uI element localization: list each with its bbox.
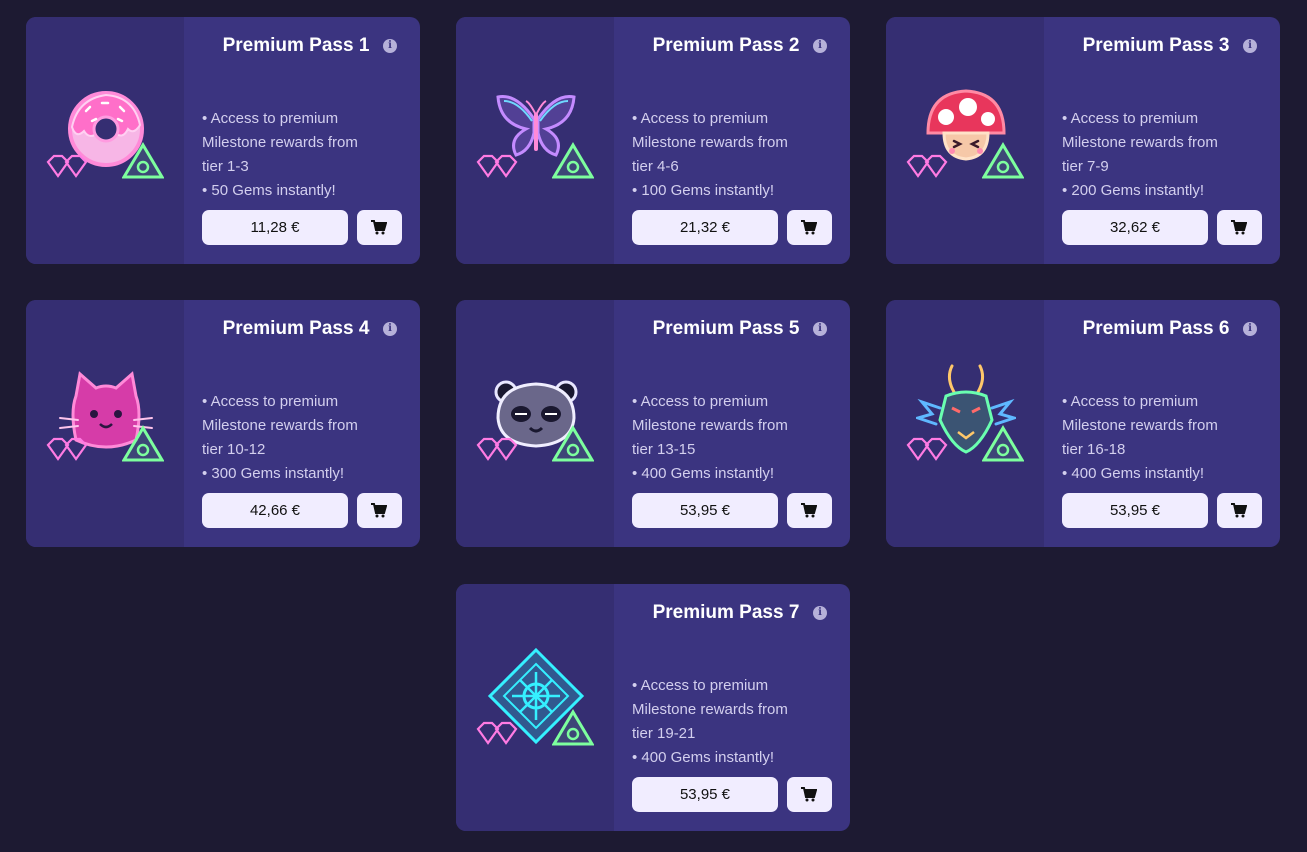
pass-description: • Access to premium Milestone rewards fr… bbox=[632, 674, 832, 770]
price-button[interactable]: 53,95 € bbox=[632, 777, 778, 812]
cart-icon bbox=[801, 787, 817, 802]
pass-description: • Access to premium Milestone rewards fr… bbox=[1062, 107, 1262, 203]
description-line: tier 10-12 bbox=[202, 441, 266, 458]
description-line: • Access to premium bbox=[202, 110, 339, 127]
info-icon[interactable]: i bbox=[383, 322, 397, 336]
pass-description: • Access to premium Milestone rewards fr… bbox=[202, 107, 402, 203]
pass-title: Premium Pass 3 bbox=[1082, 35, 1230, 56]
triangle-eye-icon bbox=[552, 425, 594, 462]
cart-icon bbox=[371, 503, 387, 518]
gems-icon bbox=[46, 154, 88, 178]
description-line: • Access to premium bbox=[632, 110, 769, 127]
description-line: Milestone rewards from bbox=[1062, 417, 1218, 434]
description-line: • Access to premium bbox=[1062, 110, 1199, 127]
description-line: • 400 Gems instantly! bbox=[632, 749, 774, 766]
triangle-eye-icon bbox=[552, 709, 594, 746]
description-line: tier 1-3 bbox=[202, 158, 249, 175]
description-line: • 400 Gems instantly! bbox=[1062, 465, 1204, 482]
premium-pass-card-4: Premium Pass 4 i • Access to premium Mil… bbox=[26, 300, 420, 547]
pass-art bbox=[886, 17, 1044, 264]
description-line: Milestone rewards from bbox=[632, 701, 788, 718]
price-button[interactable]: 53,95 € bbox=[1062, 493, 1208, 528]
description-line: tier 19-21 bbox=[632, 725, 696, 742]
description-line: Milestone rewards from bbox=[202, 417, 358, 434]
info-icon[interactable]: i bbox=[813, 39, 827, 53]
pass-description: • Access to premium Milestone rewards fr… bbox=[632, 107, 832, 203]
triangle-eye-icon bbox=[122, 425, 164, 462]
gems-icon bbox=[476, 437, 518, 461]
description-line: tier 16-18 bbox=[1062, 441, 1126, 458]
premium-pass-card-1: Premium Pass 1 i • Access to premium Mil… bbox=[26, 17, 420, 264]
gems-icon bbox=[46, 437, 88, 461]
price-button[interactable]: 53,95 € bbox=[632, 493, 778, 528]
premium-pass-card-2: Premium Pass 2 i • Access to premium Mil… bbox=[456, 17, 850, 264]
description-line: • 400 Gems instantly! bbox=[632, 465, 774, 482]
premium-pass-card-7: Premium Pass 7 i • Access to premium Mil… bbox=[456, 584, 850, 831]
add-to-cart-button[interactable] bbox=[787, 777, 832, 812]
description-line: • 200 Gems instantly! bbox=[1062, 182, 1204, 199]
pass-title: Premium Pass 7 bbox=[652, 602, 800, 623]
add-to-cart-button[interactable] bbox=[1217, 210, 1262, 245]
description-line: tier 7-9 bbox=[1062, 158, 1109, 175]
price-button[interactable]: 11,28 € bbox=[202, 210, 348, 245]
cart-icon bbox=[801, 503, 817, 518]
description-line: • Access to premium bbox=[632, 677, 769, 694]
price-button[interactable]: 32,62 € bbox=[1062, 210, 1208, 245]
description-line: tier 13-15 bbox=[632, 441, 696, 458]
triangle-eye-icon bbox=[122, 142, 164, 179]
description-line: • Access to premium bbox=[1062, 393, 1199, 410]
description-line: tier 4-6 bbox=[632, 158, 679, 175]
info-icon[interactable]: i bbox=[383, 39, 397, 53]
triangle-eye-icon bbox=[982, 142, 1024, 179]
premium-pass-card-3: Premium Pass 3 i • Access to premium Mil… bbox=[886, 17, 1280, 264]
cart-icon bbox=[1231, 503, 1247, 518]
description-line: Milestone rewards from bbox=[632, 134, 788, 151]
pass-title: Premium Pass 6 bbox=[1082, 318, 1230, 339]
info-icon[interactable]: i bbox=[813, 322, 827, 336]
description-line: Milestone rewards from bbox=[202, 134, 358, 151]
pass-art bbox=[456, 584, 614, 831]
pass-art bbox=[26, 300, 184, 547]
description-line: • 100 Gems instantly! bbox=[632, 182, 774, 199]
info-icon[interactable]: i bbox=[1243, 39, 1257, 53]
premium-pass-card-5: Premium Pass 5 i • Access to premium Mil… bbox=[456, 300, 850, 547]
add-to-cart-button[interactable] bbox=[787, 493, 832, 528]
pass-description: • Access to premium Milestone rewards fr… bbox=[202, 390, 402, 486]
pass-description: • Access to premium Milestone rewards fr… bbox=[632, 390, 832, 486]
gems-icon bbox=[476, 721, 518, 745]
add-to-cart-button[interactable] bbox=[357, 493, 402, 528]
gems-icon bbox=[476, 154, 518, 178]
description-line: • Access to premium bbox=[632, 393, 769, 410]
add-to-cart-button[interactable] bbox=[357, 210, 402, 245]
pass-art bbox=[456, 300, 614, 547]
triangle-eye-icon bbox=[982, 425, 1024, 462]
cart-icon bbox=[801, 220, 817, 235]
description-line: • Access to premium bbox=[202, 393, 339, 410]
info-icon[interactable]: i bbox=[813, 606, 827, 620]
pass-art bbox=[456, 17, 614, 264]
price-button[interactable]: 42,66 € bbox=[202, 493, 348, 528]
pass-description: • Access to premium Milestone rewards fr… bbox=[1062, 390, 1262, 486]
pass-title: Premium Pass 4 bbox=[222, 318, 370, 339]
price-button[interactable]: 21,32 € bbox=[632, 210, 778, 245]
pass-title: Premium Pass 1 bbox=[222, 35, 370, 56]
pass-title: Premium Pass 5 bbox=[652, 318, 800, 339]
gems-icon bbox=[906, 437, 948, 461]
pass-art bbox=[26, 17, 184, 264]
pass-art bbox=[886, 300, 1044, 547]
add-to-cart-button[interactable] bbox=[1217, 493, 1262, 528]
cart-icon bbox=[1231, 220, 1247, 235]
add-to-cart-button[interactable] bbox=[787, 210, 832, 245]
description-line: • 50 Gems instantly! bbox=[202, 182, 336, 199]
gems-icon bbox=[906, 154, 948, 178]
premium-pass-card-6: Premium Pass 6 i • Access to premium Mil… bbox=[886, 300, 1280, 547]
description-line: • 300 Gems instantly! bbox=[202, 465, 344, 482]
triangle-eye-icon bbox=[552, 142, 594, 179]
info-icon[interactable]: i bbox=[1243, 322, 1257, 336]
description-line: Milestone rewards from bbox=[632, 417, 788, 434]
cart-icon bbox=[371, 220, 387, 235]
description-line: Milestone rewards from bbox=[1062, 134, 1218, 151]
pass-title: Premium Pass 2 bbox=[652, 35, 800, 56]
